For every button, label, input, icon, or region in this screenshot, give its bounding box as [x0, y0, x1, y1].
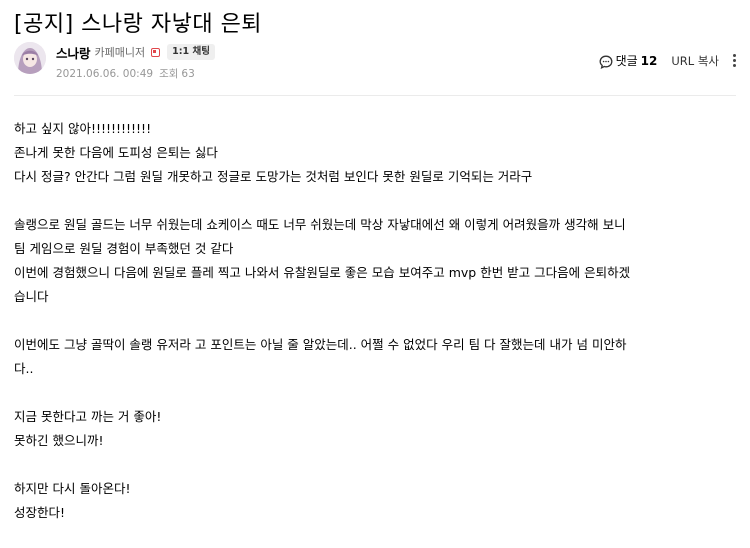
post-meta: 2021.06.06. 00:49 조회 63 [56, 66, 195, 81]
body-blank-line [14, 381, 738, 405]
body-line: 못하긴 했으니까! [14, 433, 104, 448]
author-role: 카페매니저 [94, 46, 146, 59]
body-line: 성장한다! [14, 505, 66, 520]
views-label: 조회 [159, 68, 179, 80]
body-line: 지금 못한다고 까는 거 좋아! [14, 409, 162, 424]
one-to-one-chat-button[interactable]: 1:1 채팅 [167, 44, 215, 60]
views-count: 63 [181, 68, 195, 80]
body-blank-line [14, 309, 738, 333]
body-line: 팀 게임으로 원딜 경험이 부족했던 것 같다 [14, 241, 234, 256]
author-nickname[interactable]: 스나랑 [56, 43, 91, 62]
body-line: 존나게 못한 다음에 도피성 은퇴는 싫다 [14, 145, 218, 160]
body-line: 습니다 [14, 289, 49, 304]
avatar-image [14, 42, 46, 74]
comment-label[interactable]: 댓글 [616, 52, 638, 69]
post-date: 2021.06.06. 00:49 [56, 68, 154, 80]
comment-count[interactable]: 12 [641, 54, 658, 68]
url-copy-button[interactable]: URL 복사 [671, 53, 719, 69]
body-blank-line [14, 189, 738, 213]
body-blank-line [14, 453, 738, 477]
more-icon[interactable] [733, 54, 736, 67]
body-line: 하고 싶지 않아!!!!!!!!!!!! [14, 121, 152, 136]
body-line: 이번에도 그냥 골딱이 솔랭 유저라 고 포인트는 아닐 줄 알았는데.. 어쩔… [14, 337, 627, 352]
post-tools: 댓글 12 URL 복사 [599, 52, 736, 69]
body-line: 다.. [14, 361, 34, 376]
post-body: 하고 싶지 않아!!!!!!!!!!!! 존나게 못한 다음에 도피성 은퇴는 … [14, 117, 738, 525]
author-row: 스나랑 카페매니저 1:1 채팅 [56, 43, 215, 62]
body-line: 다시 정글? 안간다 그럼 원딜 개못하고 정글로 도망가는 것처럼 보인다 못… [14, 169, 533, 184]
body-line: 하지만 다시 돌아온다! [14, 481, 131, 496]
author-avatar[interactable] [14, 42, 46, 74]
manager-grade-icon [151, 47, 161, 57]
comment-icon[interactable] [599, 54, 613, 69]
body-line: 이번에 경험했으니 다음에 원딜로 플레 찍고 나와서 유찰원딜로 좋은 모습 … [14, 265, 631, 280]
post-title: [공지] 스나랑 자낳대 은퇴 [14, 12, 263, 37]
header-divider [14, 95, 736, 96]
body-line: 솔랭으로 원딜 골드는 너무 쉬웠는데 쇼케이스 때도 너무 쉬웠는데 막상 자… [14, 217, 626, 232]
